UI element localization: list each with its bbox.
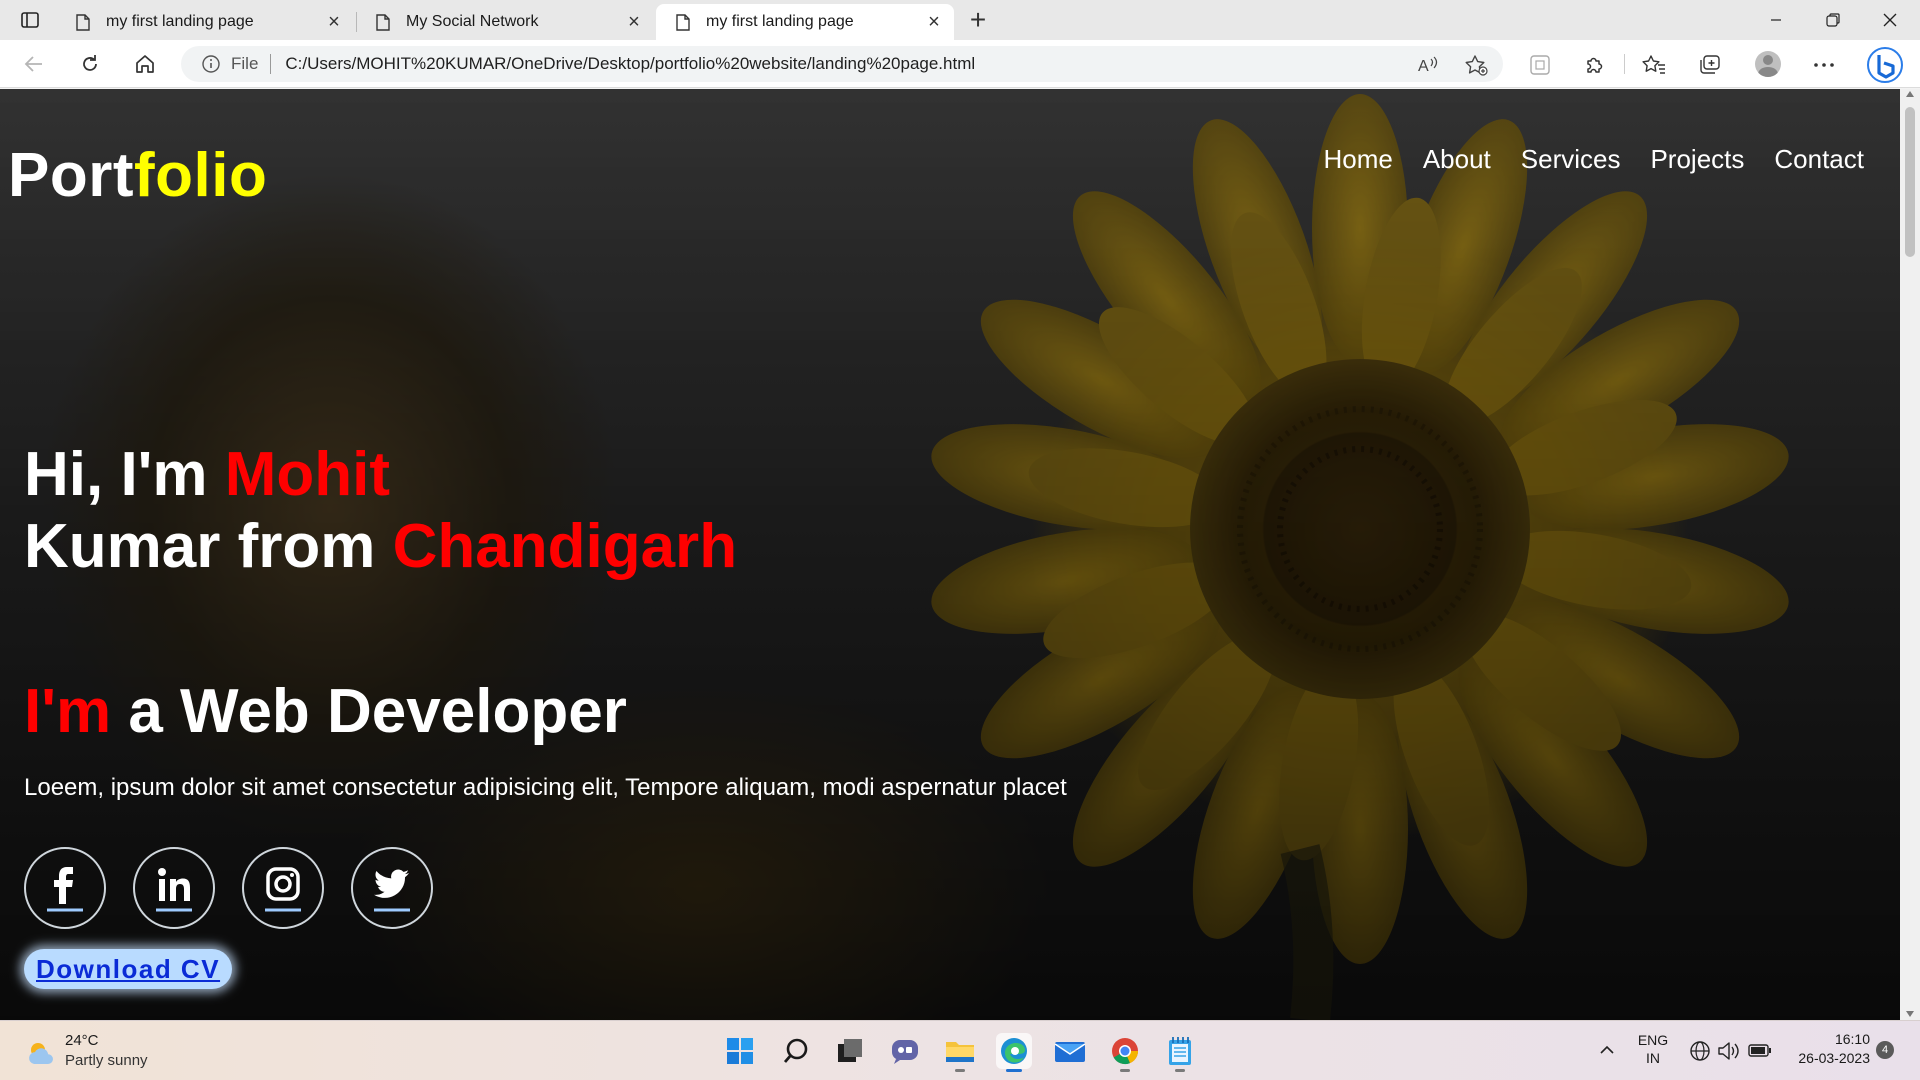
chat-icon[interactable]: [887, 1033, 923, 1069]
close-icon[interactable]: ×: [620, 8, 648, 36]
intro-name-highlight: Mohit: [224, 440, 391, 509]
site-logo[interactable]: Portfolio: [8, 140, 267, 211]
browser-toolbar: File C:/Users/MOHIT%20KUMAR/OneDrive/Des…: [0, 40, 1920, 88]
instagram-icon[interactable]: [242, 847, 324, 929]
info-icon[interactable]: [201, 54, 221, 74]
edge-icon[interactable]: [996, 1033, 1032, 1072]
role-text: a Web Developer: [111, 677, 627, 746]
close-icon[interactable]: ×: [320, 8, 348, 36]
address-divider: [270, 54, 272, 74]
taskbar: 24°C Partly sunny ENG IN 16:10 26-03-202…: [0, 1020, 1920, 1080]
address-bar[interactable]: File C:/Users/MOHIT%20KUMAR/OneDrive/Des…: [181, 46, 1503, 82]
home-icon[interactable]: [129, 48, 161, 80]
clock-time: 16:10: [1834, 1031, 1870, 1047]
refresh-icon[interactable]: [74, 48, 106, 80]
page-icon: [376, 13, 390, 31]
back-icon[interactable]: [18, 48, 50, 80]
tab-strip: my first landing page × My Social Networ…: [0, 0, 1920, 40]
page-viewport: Portfolio Home About Services Projects C…: [0, 89, 1900, 1020]
nav-services[interactable]: Services: [1521, 144, 1621, 175]
running-indicator: [1175, 1069, 1185, 1072]
network-globe-icon[interactable]: [1689, 1040, 1711, 1067]
intro-heading: Hi, I'm Mohit Kumar from Chandigarh: [24, 439, 737, 583]
chrome-icon[interactable]: [1107, 1033, 1143, 1072]
twitter-icon[interactable]: [351, 847, 433, 929]
notepad-icon[interactable]: [1162, 1033, 1198, 1072]
restore-icon[interactable]: [1805, 0, 1861, 40]
page-icon: [76, 13, 90, 31]
scroll-thumb[interactable]: [1905, 107, 1915, 257]
language-line-1: ENG: [1637, 1032, 1669, 1048]
start-icon[interactable]: [722, 1033, 758, 1069]
url-text[interactable]: C:/Users/MOHIT%20KUMAR/OneDrive/Desktop/…: [285, 54, 975, 74]
battery-icon[interactable]: [1748, 1043, 1772, 1064]
running-indicator: [1120, 1069, 1130, 1072]
tab-social-network[interactable]: My Social Network ×: [356, 4, 654, 40]
nav-contact[interactable]: Contact: [1774, 144, 1864, 175]
profile-icon[interactable]: [1755, 51, 1781, 77]
file-explorer-icon[interactable]: [942, 1033, 978, 1072]
extensions-icon[interactable]: [1581, 52, 1607, 78]
read-aloud-icon[interactable]: A: [1416, 52, 1442, 78]
social-links: [24, 847, 433, 929]
favorites-icon[interactable]: [1641, 52, 1667, 78]
facebook-icon[interactable]: [24, 847, 106, 929]
clock-date: 26-03-2023: [1798, 1050, 1870, 1066]
weather-temp[interactable]: 24°C: [65, 1032, 99, 1049]
page-scrollbar[interactable]: [1900, 89, 1920, 1020]
tab-landing-page-active[interactable]: my first landing page ×: [656, 4, 954, 40]
tab-title: my first landing page: [706, 13, 854, 30]
add-favorite-icon[interactable]: [1463, 52, 1489, 78]
role-heading: I'm a Web Developer: [24, 676, 627, 747]
logo-part-2: folio: [134, 141, 268, 210]
download-cv-button[interactable]: Download CV: [24, 949, 233, 989]
plus-icon[interactable]: +: [964, 4, 992, 35]
close-window-icon[interactable]: [1862, 0, 1918, 40]
tab-landing-page-1[interactable]: my first landing page ×: [56, 4, 354, 40]
intro-city-highlight: Chandigarh: [392, 512, 738, 581]
scroll-up-arrow-icon[interactable]: [1906, 91, 1914, 97]
clock[interactable]: 16:10 26-03-2023: [1780, 1031, 1870, 1066]
nav-home[interactable]: Home: [1323, 144, 1392, 175]
language-indicator[interactable]: ENG IN: [1636, 1032, 1670, 1066]
language-line-2: IN: [1646, 1050, 1660, 1066]
partly-sunny-icon[interactable]: [26, 1038, 56, 1068]
more-icon[interactable]: [1811, 52, 1837, 78]
logo-part-1: Port: [8, 141, 134, 210]
nav-projects[interactable]: Projects: [1650, 144, 1744, 175]
main-nav: Home About Services Projects Contact: [1323, 144, 1864, 175]
linkedin-icon[interactable]: [133, 847, 215, 929]
running-indicator: [1006, 1069, 1022, 1072]
scheme-label: File: [231, 54, 259, 73]
bing-icon[interactable]: [1866, 46, 1904, 84]
close-icon[interactable]: ×: [920, 8, 948, 36]
toolbar-divider: [1624, 54, 1625, 74]
tab-actions-icon[interactable]: [18, 9, 42, 31]
notification-badge[interactable]: 4: [1876, 1041, 1894, 1059]
scroll-down-arrow-icon[interactable]: [1906, 1011, 1914, 1017]
page-icon: [676, 13, 690, 31]
minimize-icon[interactable]: [1748, 0, 1804, 40]
collections-icon[interactable]: [1697, 52, 1723, 78]
tab-title: my first landing page: [106, 13, 254, 30]
chevron-up-icon[interactable]: [1600, 1043, 1614, 1057]
intro-description: Loeem, ipsum dolor sit amet consectetur …: [24, 774, 1067, 801]
volume-icon[interactable]: [1717, 1040, 1741, 1067]
split-screen-icon[interactable]: [1527, 52, 1553, 78]
intro-line1-text: Hi, I'm: [24, 440, 225, 509]
role-highlight: I'm: [24, 677, 112, 746]
nav-about[interactable]: About: [1423, 144, 1491, 175]
running-indicator: [955, 1069, 965, 1072]
mail-icon[interactable]: [1052, 1033, 1088, 1069]
svg-text:A: A: [1418, 58, 1429, 75]
weather-desc[interactable]: Partly sunny: [65, 1052, 148, 1069]
intro-line2-text: Kumar from: [24, 512, 393, 581]
task-view-icon[interactable]: [832, 1033, 868, 1069]
search-icon[interactable]: [778, 1033, 814, 1069]
tab-title: My Social Network: [406, 13, 539, 30]
